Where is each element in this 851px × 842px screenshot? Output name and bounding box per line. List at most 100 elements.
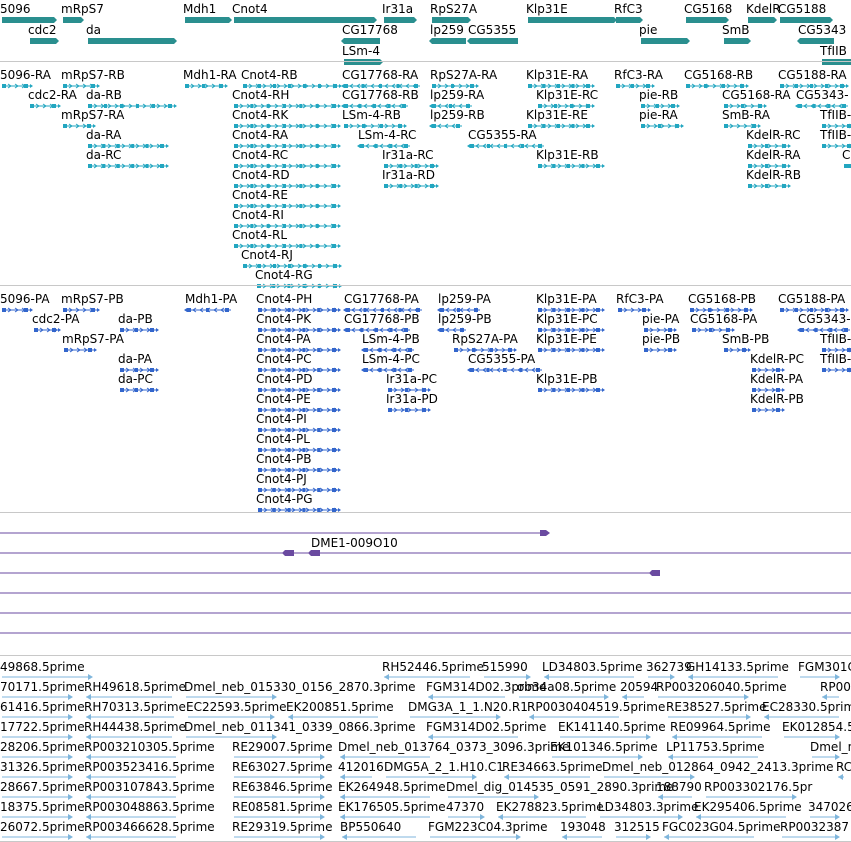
transcript-glyph[interactable]: [745, 182, 791, 190]
est-label: Dmel_neb_015330_0156_2870.3prime: [184, 680, 416, 694]
transcript-label: pie-RA: [639, 108, 678, 122]
est-label: RP0030404519.5prime: [527, 700, 666, 714]
transcript-label: Cnot4-RA: [232, 128, 289, 142]
transcript-glyph[interactable]: [467, 142, 547, 150]
est-glyph[interactable]: [838, 774, 850, 780]
gene-glyph[interactable]: [819, 58, 851, 66]
transcript-label: 5096-RA: [0, 68, 51, 82]
transcript-glyph[interactable]: [182, 82, 228, 90]
est-glyph[interactable]: [616, 834, 656, 840]
polypeptide-glyph[interactable]: [467, 366, 545, 374]
transcript-label: CG17768-RA: [342, 68, 419, 82]
transcript-glyph[interactable]: [535, 162, 605, 170]
gene-glyph[interactable]: [85, 37, 177, 45]
polypeptide-label: da-PA: [118, 352, 152, 366]
polypeptide-label: Klp31E-PC: [536, 312, 598, 326]
transcript-glyph[interactable]: [841, 162, 851, 170]
transcript-label: Cnot4-RJ: [241, 248, 293, 262]
est-label: Dmel_neb_012864_0942_2413.3prime: [602, 760, 834, 774]
transcript-glyph[interactable]: [254, 282, 342, 290]
est-label: 20594: [620, 680, 659, 694]
polypeptide-label: TfIIB-: [820, 332, 851, 346]
est-glyph[interactable]: [2, 834, 78, 840]
transcript-glyph[interactable]: [429, 122, 465, 130]
transcript-glyph[interactable]: [27, 102, 61, 110]
est-glyph[interactable]: [342, 834, 422, 840]
match-lines[interactable]: [0, 520, 851, 650]
gene-glyph[interactable]: [429, 37, 469, 45]
est-label: RP003048863.5prime: [84, 800, 215, 814]
track-separator: [0, 285, 851, 286]
polypeptide-glyph[interactable]: [117, 386, 159, 394]
polypeptide-label: Cnot4-PL: [256, 432, 310, 446]
polypeptide-label: CG5168-PA: [690, 312, 758, 326]
polypeptide-glyph[interactable]: [749, 406, 785, 414]
polypeptide-glyph[interactable]: [184, 306, 234, 314]
transcript-label: SmB-RA: [722, 108, 770, 122]
polypeptide-glyph[interactable]: [61, 346, 97, 354]
gene-glyph[interactable]: [467, 37, 521, 45]
est-label: FGM301C: [798, 660, 851, 674]
est-label: 49868.5prime: [0, 660, 85, 674]
transcript-label: CG5355-RA: [468, 128, 537, 142]
gene-glyph[interactable]: [182, 16, 232, 24]
transcript-label: KdelR-RB: [746, 168, 801, 182]
polypeptide-glyph[interactable]: [535, 386, 605, 394]
polypeptide-glyph[interactable]: [535, 346, 605, 354]
est-glyph[interactable]: [234, 834, 330, 840]
est-label: ob34a08.5prime: [517, 680, 617, 694]
gene-glyph[interactable]: [341, 58, 383, 66]
est-label: EK295406.5prime: [694, 800, 802, 814]
polypeptide-glyph[interactable]: [641, 346, 677, 354]
transcript-label: LSm-4-RB: [342, 108, 401, 122]
gene-label: mRpS7: [61, 2, 104, 16]
polypeptide-label: da-PC: [118, 372, 153, 386]
est-label: RE29319.5prime: [232, 820, 333, 834]
transcript-label: Cnot4-RL: [232, 228, 288, 242]
gene-label: SmB: [722, 23, 750, 37]
polypeptide-glyph[interactable]: [819, 366, 851, 374]
polypeptide-glyph[interactable]: [0, 306, 33, 314]
est-label: DMG5A_2_1.H10.C1: [384, 760, 504, 774]
polypeptide-glyph[interactable]: [721, 346, 751, 354]
polypeptide-label: Cnot4-PH: [256, 292, 313, 306]
est-label: BP550640: [340, 820, 402, 834]
gene-label: LSm-4: [342, 44, 380, 58]
est-label: 28667.5prime: [0, 780, 85, 794]
transcript-label: Cnot4-RI: [232, 208, 284, 222]
transcript-glyph[interactable]: [381, 182, 439, 190]
transcript-glyph[interactable]: [638, 122, 684, 130]
gene-label: RpS27A: [430, 2, 478, 16]
est-glyph[interactable]: [782, 834, 845, 840]
gene-glyph[interactable]: [27, 37, 59, 45]
polypeptide-label: CG17768-PB: [344, 312, 420, 326]
polypeptide-label: CG5168-PB: [688, 292, 757, 306]
est-label: RP00: [820, 680, 851, 694]
track-separator: [0, 655, 851, 656]
gene-label: CG5168: [684, 2, 733, 16]
gene-glyph[interactable]: [745, 16, 777, 24]
est-glyph[interactable]: [562, 834, 608, 840]
gene-glyph[interactable]: [638, 37, 690, 45]
gene-glyph[interactable]: [60, 16, 84, 24]
est-label: 17722.5prime: [0, 720, 85, 734]
gene-glyph[interactable]: [525, 16, 617, 24]
polypeptide-glyph[interactable]: [31, 326, 61, 334]
transcript-label: cdc2-RA: [28, 88, 77, 102]
est-label: 515990: [482, 660, 528, 674]
polypeptide-glyph[interactable]: [385, 406, 431, 414]
est-glyph[interactable]: [430, 834, 526, 840]
est-label: 312515: [614, 820, 660, 834]
transcript-label: Cnot4-RH: [232, 88, 290, 102]
est-glyph[interactable]: [664, 834, 760, 840]
transcript-glyph[interactable]: [85, 162, 169, 170]
est-glyph[interactable]: [86, 834, 182, 840]
polypeptide-label: Cnot4-PB: [256, 452, 312, 466]
est-label: 193048: [560, 820, 606, 834]
est-label: GH14133.5prime: [686, 660, 789, 674]
gene-glyph[interactable]: [721, 37, 751, 45]
polypeptide-label: LSm-4-PB: [362, 332, 420, 346]
est-label: RE63027.5prime: [232, 760, 333, 774]
est-label: RH44438.5prime: [84, 720, 186, 734]
gene-label: pie: [639, 23, 658, 37]
